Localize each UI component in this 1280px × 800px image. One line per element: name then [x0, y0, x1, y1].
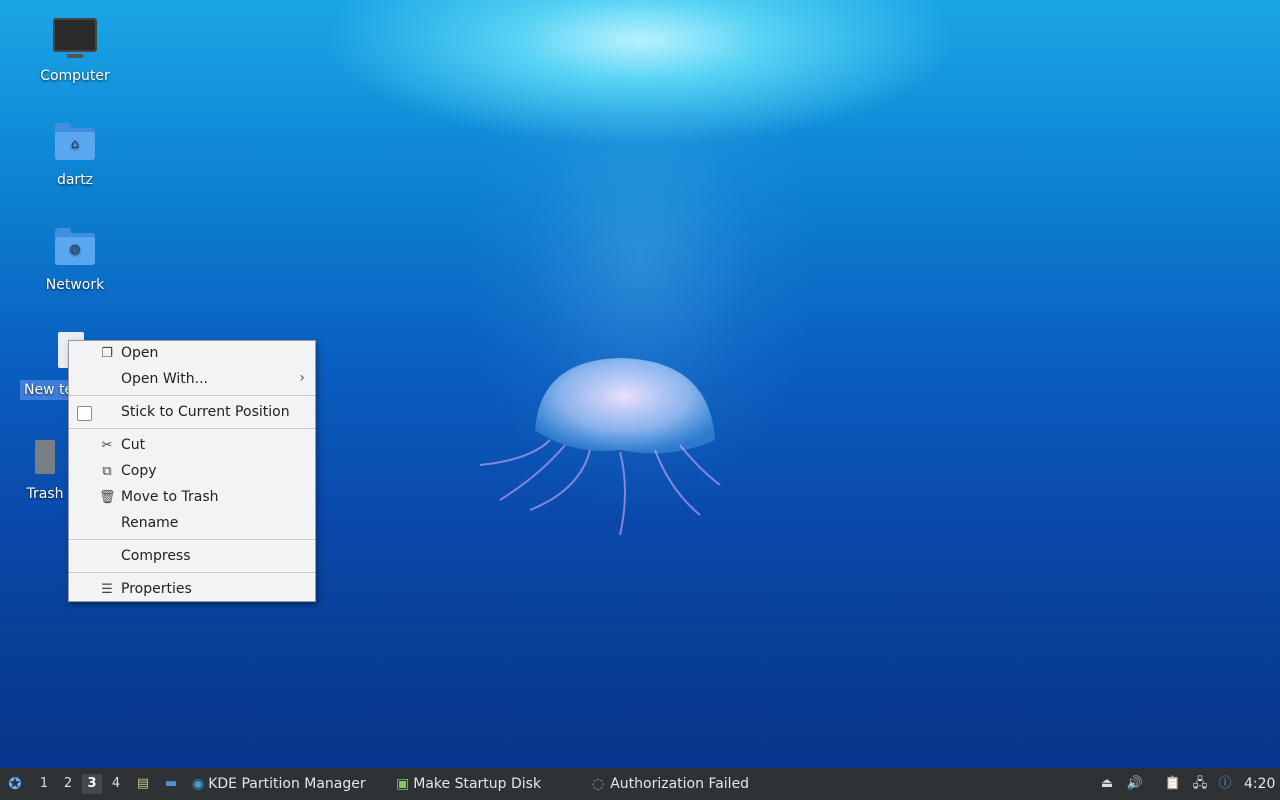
volume-icon[interactable]: 🔊 — [1126, 775, 1144, 793]
workspace-1[interactable]: 1 — [34, 774, 54, 794]
menu-item-rename[interactable]: Rename — [69, 511, 315, 537]
menu-item-open-with[interactable]: Open With... › — [69, 367, 315, 393]
menu-item-copy[interactable]: ⧉ Copy — [69, 459, 315, 485]
show-desktop-icon[interactable]: ▬ — [162, 775, 180, 793]
clipboard-icon[interactable]: 📋 — [1164, 775, 1182, 793]
update-notifier-icon[interactable]: ⓘ — [1216, 775, 1234, 793]
desktop-icon-label: Network — [45, 277, 105, 293]
copy-icon: ⧉ — [102, 464, 112, 479]
task-make-startup-disk[interactable]: ▣ Make Startup Disk — [396, 768, 576, 800]
file-manager-icon[interactable]: ▤ — [134, 775, 152, 793]
eject-icon[interactable]: ⏏ — [1098, 775, 1116, 793]
menu-item-compress[interactable]: Compress — [69, 544, 315, 570]
scissors-icon: ✂ — [101, 438, 113, 453]
network-folder-icon: ◍ — [55, 228, 95, 265]
menu-separator — [69, 539, 315, 540]
workspace-3[interactable]: 3 — [82, 774, 102, 794]
menu-item-open[interactable]: ❐ Open — [69, 341, 315, 367]
menu-item-stick-to-position[interactable]: Stick to Current Position — [69, 400, 315, 426]
menu-item-cut[interactable]: ✂ Cut — [69, 433, 315, 459]
workspace-4[interactable]: 4 — [106, 774, 126, 794]
jellyfish-wallpaper — [479, 358, 721, 536]
workspace-2[interactable]: 2 — [58, 774, 78, 794]
desktop-icon-label: Computer — [40, 68, 110, 84]
computer-icon — [53, 18, 97, 58]
lubuntu-logo-icon[interactable]: ✪ — [6, 775, 24, 793]
menu-item-properties[interactable]: ☰ Properties — [69, 577, 315, 603]
kde-partition-manager-icon: ◉ — [192, 776, 205, 792]
menu-separator — [69, 428, 315, 429]
network-icon[interactable]: 🖧 — [1191, 775, 1209, 793]
startup-disk-icon: ▣ — [396, 776, 410, 792]
trash-can-icon: 🗑 — [99, 490, 116, 505]
desktop-icon-network[interactable]: ◍ Network — [20, 227, 130, 293]
chevron-right-icon: › — [299, 370, 305, 386]
clock[interactable]: 4:20 — [1244, 768, 1276, 800]
trash-icon — [35, 440, 55, 474]
taskbar: ✪ 1 2 3 4 ▤ ▬ ◉ KDE Partition Manager ▣ Ma… — [0, 768, 1280, 800]
task-authorization-failed[interactable]: ◌ Authorization Failed — [592, 768, 792, 800]
context-menu: ❐ Open Open With... › Stick to Current P… — [68, 340, 316, 602]
properties-icon: ☰ — [101, 582, 113, 597]
desktop-icon-home[interactable]: ⌂ dartz — [20, 122, 130, 188]
menu-separator — [69, 572, 315, 573]
desktop-icon-label: dartz — [56, 172, 94, 188]
checkbox[interactable] — [77, 406, 92, 421]
home-folder-icon: ⌂ — [55, 123, 95, 160]
task-kde-partition-manager[interactable]: ◉ KDE Partition Manager — [192, 768, 382, 800]
menu-item-move-to-trash[interactable]: 🗑 Move to Trash — [69, 485, 315, 511]
desktop-icon-computer[interactable]: Computer — [20, 16, 130, 84]
open-icon: ❐ — [101, 346, 113, 361]
menu-separator — [69, 395, 315, 396]
dialog-icon: ◌ — [592, 776, 605, 792]
